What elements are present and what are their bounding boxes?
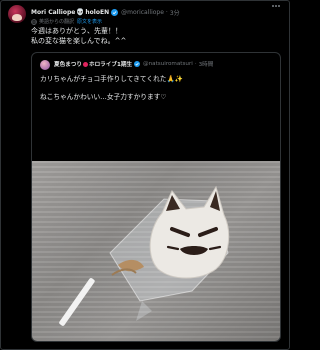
- quoted-handle[interactable]: @natsuiromatsuri: [143, 61, 193, 67]
- quoted-avatar[interactable]: [40, 60, 50, 70]
- tweet-text-line: 私の変な猫を楽しんでね。^^: [31, 36, 127, 45]
- author-handle[interactable]: @moricalliope: [121, 9, 164, 16]
- translation-notice: 英語からの翻訳 原文を表示: [31, 18, 102, 25]
- author-name[interactable]: Mori Calliope: [31, 9, 75, 16]
- separator-dot: ·: [165, 8, 168, 16]
- more-options-icon[interactable]: [271, 5, 280, 7]
- quoted-text: カリちゃんがチョコ手作りしてきてくれた🙏✨ ねこちゃんかわいい…女子力すかります…: [40, 75, 183, 102]
- show-original-link[interactable]: 原文を表示: [77, 18, 102, 25]
- quoted-header: 夏色まつり ホロライブ1期生 @natsuiromatsuri · 3時間: [54, 60, 213, 68]
- quoted-timestamp[interactable]: 3時間: [199, 60, 214, 68]
- skull-icon: 💀: [76, 7, 85, 16]
- verified-badge-icon: [134, 61, 141, 67]
- cat-chocolate-lollipop-image: [59, 185, 230, 326]
- globe-icon: [31, 18, 37, 25]
- separator-dot: ·: [194, 61, 197, 67]
- quoted-author-name-suffix[interactable]: ホロライブ1期生: [89, 60, 132, 68]
- verified-badge-icon: [111, 8, 119, 16]
- translated-from-label: 英語からの翻訳: [39, 19, 75, 25]
- quoted-photo[interactable]: [32, 161, 280, 341]
- tweet-text-line: 今週はありがとう、先輩！！: [31, 27, 122, 35]
- red-circle-icon: [82, 61, 88, 67]
- author-name-suffix[interactable]: holoEN: [85, 9, 109, 16]
- tweet-text: 今週はありがとう、先輩！！ 私の変な猫を楽しんでね。^^: [31, 27, 126, 46]
- timestamp[interactable]: 3分: [170, 8, 180, 17]
- quoted-tweet[interactable]: 夏色まつり ホロライブ1期生 @natsuiromatsuri · 3時間 カリ…: [31, 52, 281, 342]
- quoted-text-line: カリちゃんがチョコ手作りしてきてくれた🙏✨: [40, 75, 184, 83]
- quoted-author-name[interactable]: 夏色まつり: [54, 60, 82, 68]
- tweet-header: Mori Calliope 💀 holoEN @moricalliope · 3…: [31, 6, 180, 18]
- quoted-text-line: ねこちゃんかわいい…女子力すかります♡: [40, 93, 167, 101]
- avatar[interactable]: [8, 5, 26, 23]
